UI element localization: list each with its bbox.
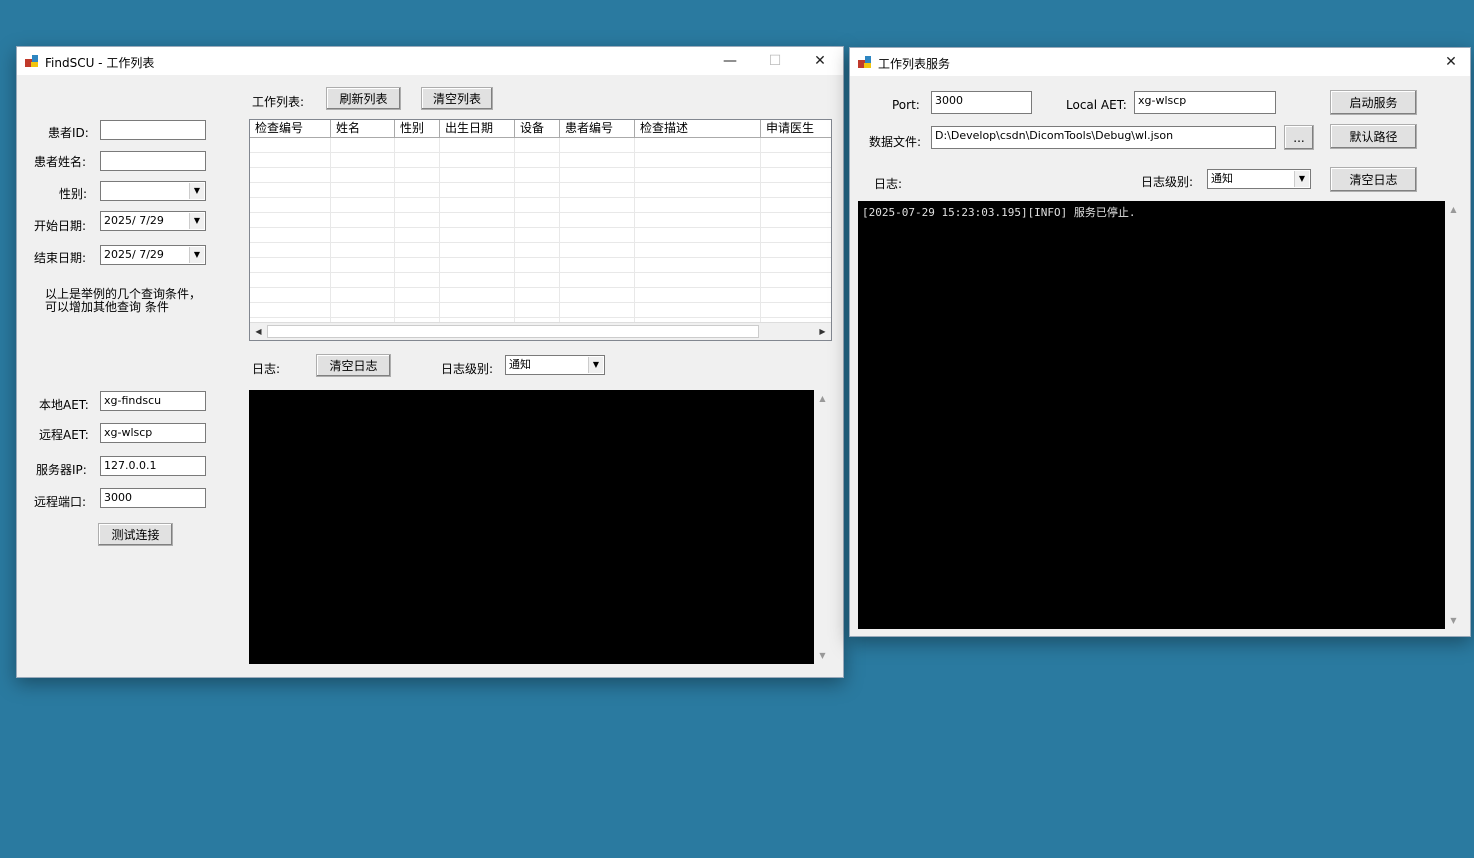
table-body: [250, 138, 831, 323]
browse-button[interactable]: ...: [1284, 125, 1314, 150]
log-level-value: 通知: [1211, 172, 1233, 185]
start-date-label: 开始日期:: [34, 219, 87, 233]
wlscp-titlebar[interactable]: 工作列表服务 ✕: [850, 48, 1470, 76]
end-date-value: 2025/ 7/29: [104, 248, 164, 261]
app-icon: [858, 56, 871, 68]
table-header: 检查编号 姓名 性别 出生日期 设备 患者编号 检查描述 申请医生: [250, 120, 831, 138]
sex-label: 性别:: [59, 187, 88, 201]
app-icon: [25, 55, 38, 67]
chevron-down-icon[interactable]: ▼: [588, 357, 603, 373]
chevron-down-icon[interactable]: ▼: [189, 213, 204, 229]
chevron-down-icon[interactable]: ▼: [189, 247, 204, 263]
scroll-left-icon[interactable]: ◀: [250, 323, 267, 340]
remote-aet-label: 远程AET:: [39, 428, 89, 442]
port-input[interactable]: 3000: [931, 91, 1032, 114]
column-header[interactable]: 设备: [515, 120, 560, 137]
remote-aet-input[interactable]: xg-wlscp: [100, 423, 206, 443]
clear-log-button[interactable]: 清空日志: [1330, 167, 1417, 192]
log-label: 日志:: [874, 177, 903, 191]
scroll-thumb[interactable]: [267, 325, 759, 338]
column-header[interactable]: 患者编号: [560, 120, 635, 137]
log-level-select[interactable]: 通知 ▼: [1207, 169, 1311, 189]
default-path-button[interactable]: 默认路径: [1330, 124, 1417, 149]
wlscp-window: 工作列表服务 ✕ Port: 3000 Local AET: xg-wlscp …: [849, 47, 1471, 637]
remote-port-label: 远程端口:: [34, 495, 87, 509]
log-level-select[interactable]: 通知 ▼: [505, 355, 605, 375]
end-date-picker[interactable]: 2025/ 7/29 ▼: [100, 245, 206, 265]
log-line: [2025-07-29 15:23:03.195][INFO] 服务已停止.: [862, 206, 1136, 219]
server-ip-input[interactable]: 127.0.0.1: [100, 456, 206, 476]
local-aet-input[interactable]: xg-wlscp: [1134, 91, 1276, 114]
worklist-label: 工作列表:: [252, 95, 305, 109]
log-label: 日志:: [252, 362, 281, 376]
log-output: [249, 390, 814, 664]
data-file-label: 数据文件:: [869, 135, 922, 149]
server-ip-label: 服务器IP:: [36, 463, 87, 477]
log-output: [2025-07-29 15:23:03.195][INFO] 服务已停止.: [858, 201, 1445, 629]
findscu-window: FindSCU - 工作列表 — ☐ ✕ 患者ID: 患者姓名: 性别: ▼ 开…: [16, 46, 844, 678]
wlscp-title: 工作列表服务: [878, 57, 951, 71]
sex-select[interactable]: ▼: [100, 181, 206, 201]
close-icon[interactable]: ✕: [797, 47, 843, 75]
findscu-titlebar[interactable]: FindSCU - 工作列表 — ☐ ✕: [17, 47, 843, 75]
column-header[interactable]: 检查描述: [635, 120, 761, 137]
scroll-down-icon[interactable]: ▼: [814, 647, 831, 664]
log-level-label: 日志级别:: [441, 362, 494, 376]
horizontal-scrollbar[interactable]: ◀ ▶: [250, 322, 831, 340]
column-header[interactable]: 出生日期: [440, 120, 515, 137]
port-label: Port:: [892, 98, 920, 112]
log-level-value: 通知: [509, 358, 531, 371]
query-note-line2: 可以增加其他查询 条件: [45, 300, 169, 314]
start-service-button[interactable]: 启动服务: [1330, 90, 1417, 115]
remote-port-input[interactable]: 3000: [100, 488, 206, 508]
patient-id-label: 患者ID:: [48, 126, 89, 140]
data-file-input[interactable]: D:\Develop\csdn\DicomTools\Debug\wl.json: [931, 126, 1276, 149]
query-note: 以上是举例的几个查询条件， 可以增加其他查询 条件: [45, 288, 201, 314]
scroll-right-icon[interactable]: ▶: [814, 323, 831, 340]
log-vertical-scrollbar[interactable]: ▲ ▼: [1445, 201, 1462, 629]
column-header[interactable]: 姓名: [331, 120, 395, 137]
clear-log-button[interactable]: 清空日志: [316, 354, 391, 377]
local-aet-label: Local AET:: [1066, 98, 1127, 112]
scroll-up-icon[interactable]: ▲: [814, 390, 831, 407]
log-level-label: 日志级别:: [1141, 175, 1194, 189]
column-header[interactable]: 申请医生: [761, 120, 831, 137]
patient-name-input[interactable]: [100, 151, 206, 171]
chevron-down-icon[interactable]: ▼: [189, 183, 204, 199]
maximize-icon[interactable]: ☐: [752, 47, 798, 75]
refresh-list-button[interactable]: 刷新列表: [326, 87, 401, 110]
test-connection-button[interactable]: 测试连接: [98, 523, 173, 546]
local-aet-input[interactable]: xg-findscu: [100, 391, 206, 411]
start-date-value: 2025/ 7/29: [104, 214, 164, 227]
chevron-down-icon[interactable]: ▼: [1294, 171, 1309, 187]
log-vertical-scrollbar[interactable]: ▲ ▼: [814, 390, 831, 664]
column-header[interactable]: 性别: [395, 120, 440, 137]
scroll-up-icon[interactable]: ▲: [1445, 201, 1462, 218]
local-aet-label: 本地AET:: [39, 398, 89, 412]
patient-id-input[interactable]: [100, 120, 206, 140]
worklist-table[interactable]: 检查编号 姓名 性别 出生日期 设备 患者编号 检查描述 申请医生 ◀ ▶: [249, 119, 832, 341]
findscu-title: FindSCU - 工作列表: [45, 56, 155, 70]
minimize-icon[interactable]: —: [707, 47, 753, 75]
clear-list-button[interactable]: 清空列表: [421, 87, 493, 110]
scroll-down-icon[interactable]: ▼: [1445, 612, 1462, 629]
start-date-picker[interactable]: 2025/ 7/29 ▼: [100, 211, 206, 231]
column-header[interactable]: 检查编号: [250, 120, 331, 137]
end-date-label: 结束日期:: [34, 251, 87, 265]
close-icon[interactable]: ✕: [1432, 48, 1470, 76]
patient-name-label: 患者姓名:: [34, 155, 87, 169]
